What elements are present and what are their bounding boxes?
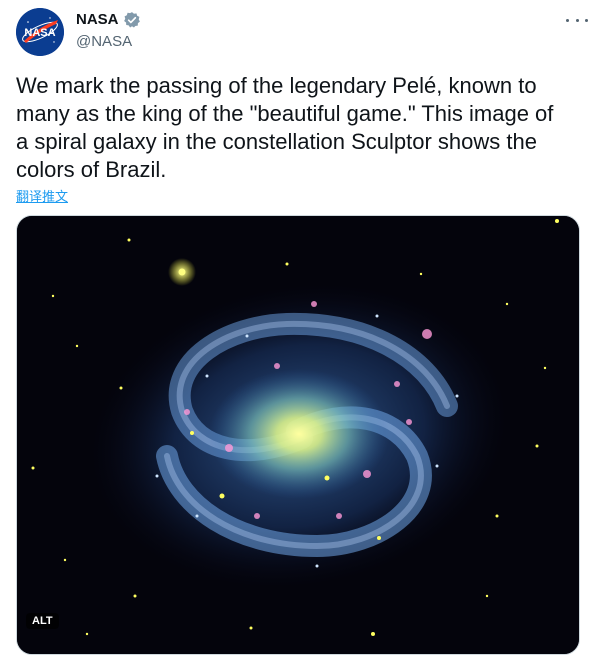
translate-tweet-link[interactable]: 翻译推文 xyxy=(16,186,68,205)
alt-text-badge[interactable]: ALT xyxy=(26,613,59,629)
more-options-icon[interactable] xyxy=(566,12,588,28)
display-name[interactable]: NASA xyxy=(76,11,119,29)
nasa-logo: NASA xyxy=(16,8,64,56)
avatar-logo-text: NASA xyxy=(24,27,55,39)
verified-badge-icon xyxy=(123,11,141,29)
tweet-text: We mark the passing of the legendary Pel… xyxy=(16,73,554,182)
tweet-image[interactable] xyxy=(16,215,580,655)
account-handle[interactable]: @NASA xyxy=(76,33,141,51)
account-names: NASA @NASA xyxy=(76,11,141,51)
avatar[interactable]: NASA xyxy=(16,8,64,56)
galaxy-image xyxy=(17,216,579,654)
